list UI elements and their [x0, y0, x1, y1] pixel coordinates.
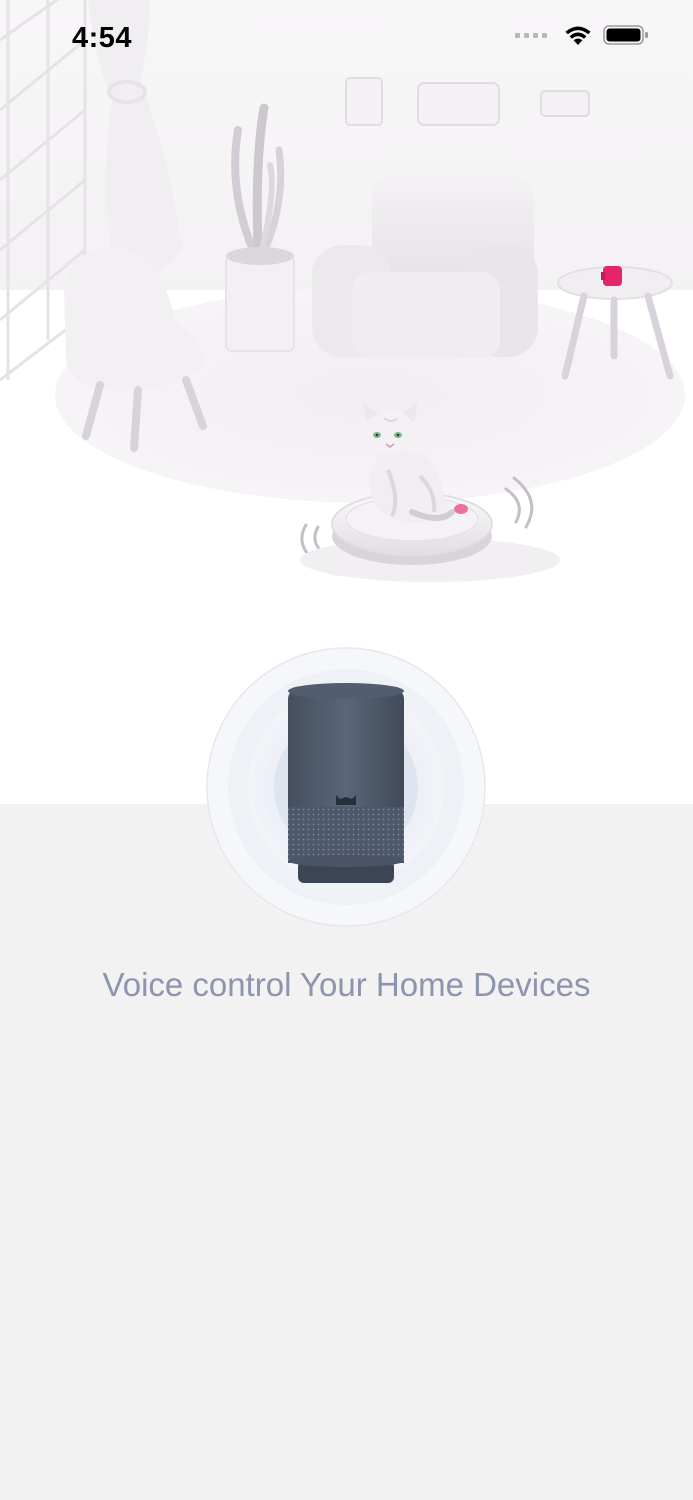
onboarding-screen: 4:54 Voice control Your Home Devices: [0, 0, 693, 1500]
status-time: 4:54: [72, 22, 133, 54]
status-icons: [515, 24, 649, 46]
cellular-signal-icon: [515, 32, 547, 38]
onboarding-tagline: Voice control Your Home Devices: [102, 966, 591, 1003]
battery-icon: [603, 25, 648, 45]
wifi-icon: [565, 26, 591, 45]
smart-speaker-icon: [288, 683, 404, 883]
speaker-graphic: [206, 647, 486, 927]
status-bar: 4:54: [0, 0, 693, 80]
